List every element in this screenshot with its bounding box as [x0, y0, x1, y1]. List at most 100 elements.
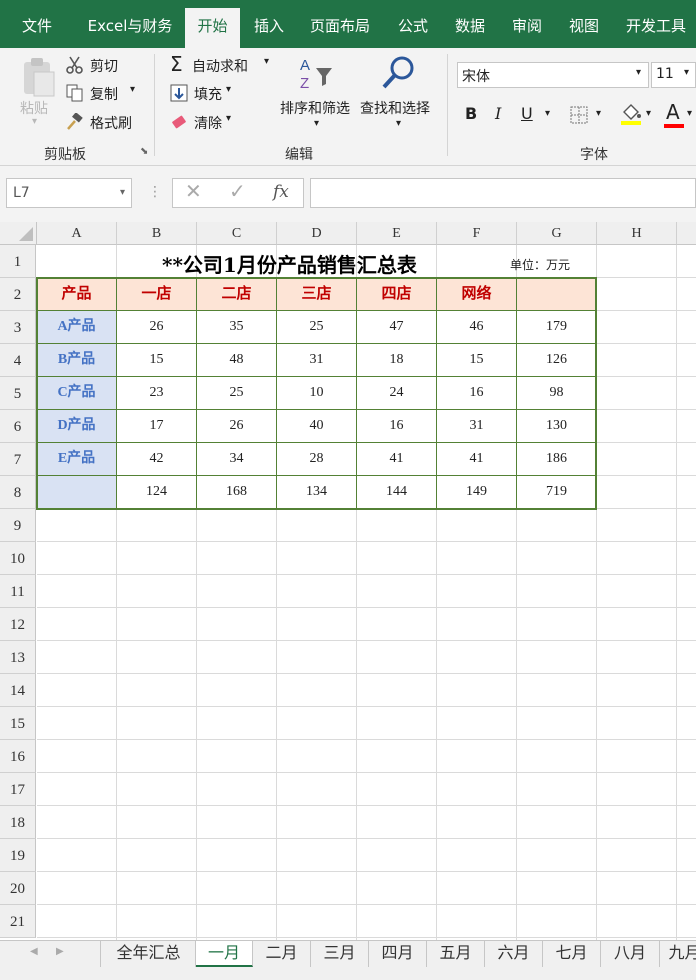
autosum-button[interactable]: Σ 自动求和 ▾	[170, 52, 280, 78]
data-cell[interactable]: 15	[437, 344, 517, 377]
data-cell[interactable]: 41	[437, 443, 517, 476]
tab-data[interactable]: 数据	[445, 8, 495, 48]
data-cell[interactable]: 130	[517, 410, 597, 443]
data-cell[interactable]: 26	[117, 311, 197, 344]
row-header[interactable]: 2	[0, 278, 36, 311]
row-header[interactable]: 16	[0, 740, 36, 773]
tab-view[interactable]: 视图	[560, 8, 608, 48]
row-header[interactable]: 12	[0, 608, 36, 641]
sheet-title[interactable]: **公司1月份产品销售汇总表	[162, 249, 417, 278]
data-cell[interactable]: 41	[357, 443, 437, 476]
data-cell[interactable]: E产品	[37, 443, 117, 476]
column-header[interactable]: C	[197, 222, 277, 245]
data-cell[interactable]: 25	[197, 377, 277, 410]
row-header[interactable]: 3	[0, 311, 36, 344]
sheet-tab[interactable]: 六月	[485, 941, 543, 967]
data-cell[interactable]: A产品	[37, 311, 117, 344]
sort-filter-button[interactable]: A Z 排序和筛选 ▾	[280, 54, 356, 140]
column-header[interactable]: A	[37, 222, 117, 245]
row-header[interactable]: 14	[0, 674, 36, 707]
tab-excel-finance[interactable]: Excel与财务	[80, 8, 180, 48]
sheet-tab[interactable]: 四月	[369, 941, 427, 967]
unit-label[interactable]: 单位：万元	[510, 256, 570, 273]
tab-file[interactable]: 文件	[0, 8, 74, 48]
data-cell[interactable]: 23	[117, 377, 197, 410]
tab-review[interactable]: 审阅	[503, 8, 551, 48]
format-painter-button[interactable]: 格式刷	[66, 111, 146, 135]
cancel-icon[interactable]: ✕	[185, 179, 202, 203]
row-header[interactable]: 8	[0, 476, 36, 509]
data-cell[interactable]: 179	[517, 311, 597, 344]
data-cell[interactable]: 34	[197, 443, 277, 476]
data-cell[interactable]: 24	[357, 377, 437, 410]
header-cell[interactable]: 网络	[437, 278, 517, 311]
italic-button[interactable]: I	[495, 104, 501, 123]
select-all-button[interactable]	[0, 222, 37, 245]
data-cell[interactable]: 15	[117, 344, 197, 377]
scroll-right-icon[interactable]: ▶	[56, 946, 64, 957]
sheet-tab[interactable]: 九月	[660, 941, 696, 967]
data-cell[interactable]: 16	[357, 410, 437, 443]
find-select-button[interactable]: 查找和选择 ▾	[360, 54, 438, 140]
clear-button[interactable]: 清除 ▾	[170, 111, 250, 135]
header-cell[interactable]: 产品	[37, 278, 117, 311]
fill-color-button[interactable]: ▾	[620, 102, 658, 130]
data-cell[interactable]: 134	[277, 476, 357, 509]
formula-input[interactable]	[310, 178, 696, 208]
data-cell[interactable]: 17	[117, 410, 197, 443]
data-cell[interactable]: 10	[277, 377, 357, 410]
data-cell[interactable]: 144	[357, 476, 437, 509]
data-cell[interactable]: 719	[517, 476, 597, 509]
data-cell[interactable]: 124	[117, 476, 197, 509]
fill-button[interactable]: 填充 ▾	[170, 82, 250, 106]
column-header[interactable]: D	[277, 222, 357, 245]
row-header[interactable]: 15	[0, 707, 36, 740]
row-header[interactable]: 11	[0, 575, 36, 608]
data-cell[interactable]: 31	[437, 410, 517, 443]
tab-formulas[interactable]: 公式	[388, 8, 438, 48]
row-header[interactable]: 9	[0, 509, 36, 542]
paste-button[interactable]: 粘贴 ▾	[14, 54, 60, 134]
row-header[interactable]: 6	[0, 410, 36, 443]
column-header[interactable]: E	[357, 222, 437, 245]
data-cell[interactable]: 28	[277, 443, 357, 476]
borders-button[interactable]: ▾	[570, 106, 610, 126]
data-cell[interactable]: 35	[197, 311, 277, 344]
column-header[interactable]: G	[517, 222, 597, 245]
header-cell[interactable]: 二店	[197, 278, 277, 311]
data-cell[interactable]	[37, 476, 117, 509]
dialog-launcher-icon[interactable]: ⬊	[140, 146, 148, 157]
data-cell[interactable]: 186	[517, 443, 597, 476]
data-cell[interactable]: 126	[517, 344, 597, 377]
cut-button[interactable]: 剪切	[66, 54, 136, 78]
insert-function-button[interactable]: fx	[273, 182, 289, 202]
underline-button[interactable]: U	[521, 104, 533, 123]
bold-button[interactable]: B	[465, 104, 477, 123]
column-header[interactable]: H	[597, 222, 677, 245]
sheet-tab[interactable]: 一月	[196, 941, 253, 967]
data-cell[interactable]: C产品	[37, 377, 117, 410]
sheet-tab[interactable]: 二月	[253, 941, 311, 967]
row-header[interactable]: 13	[0, 641, 36, 674]
header-cell[interactable]: 三店	[277, 278, 357, 311]
sheet-tab[interactable]: 八月	[601, 941, 660, 967]
data-cell[interactable]: 42	[117, 443, 197, 476]
data-cell[interactable]: 26	[197, 410, 277, 443]
enter-check-icon[interactable]: ✓	[229, 179, 246, 203]
data-cell[interactable]: 25	[277, 311, 357, 344]
tab-home[interactable]: 开始	[185, 8, 240, 48]
row-header[interactable]: 10	[0, 542, 36, 575]
copy-button[interactable]: 复制 ▾	[66, 82, 146, 106]
data-cell[interactable]: B产品	[37, 344, 117, 377]
header-cell[interactable]: 四店	[357, 278, 437, 311]
column-header[interactable]: B	[117, 222, 197, 245]
row-header[interactable]: 20	[0, 872, 36, 905]
tab-insert[interactable]: 插入	[245, 8, 293, 48]
header-cell[interactable]: 一店	[117, 278, 197, 311]
row-header[interactable]: 1	[0, 245, 36, 278]
data-cell[interactable]: 149	[437, 476, 517, 509]
data-cell[interactable]: 98	[517, 377, 597, 410]
tab-developer[interactable]: 开发工具	[616, 8, 696, 48]
data-cell[interactable]: 16	[437, 377, 517, 410]
name-box[interactable]: L7 ▾	[6, 178, 132, 208]
